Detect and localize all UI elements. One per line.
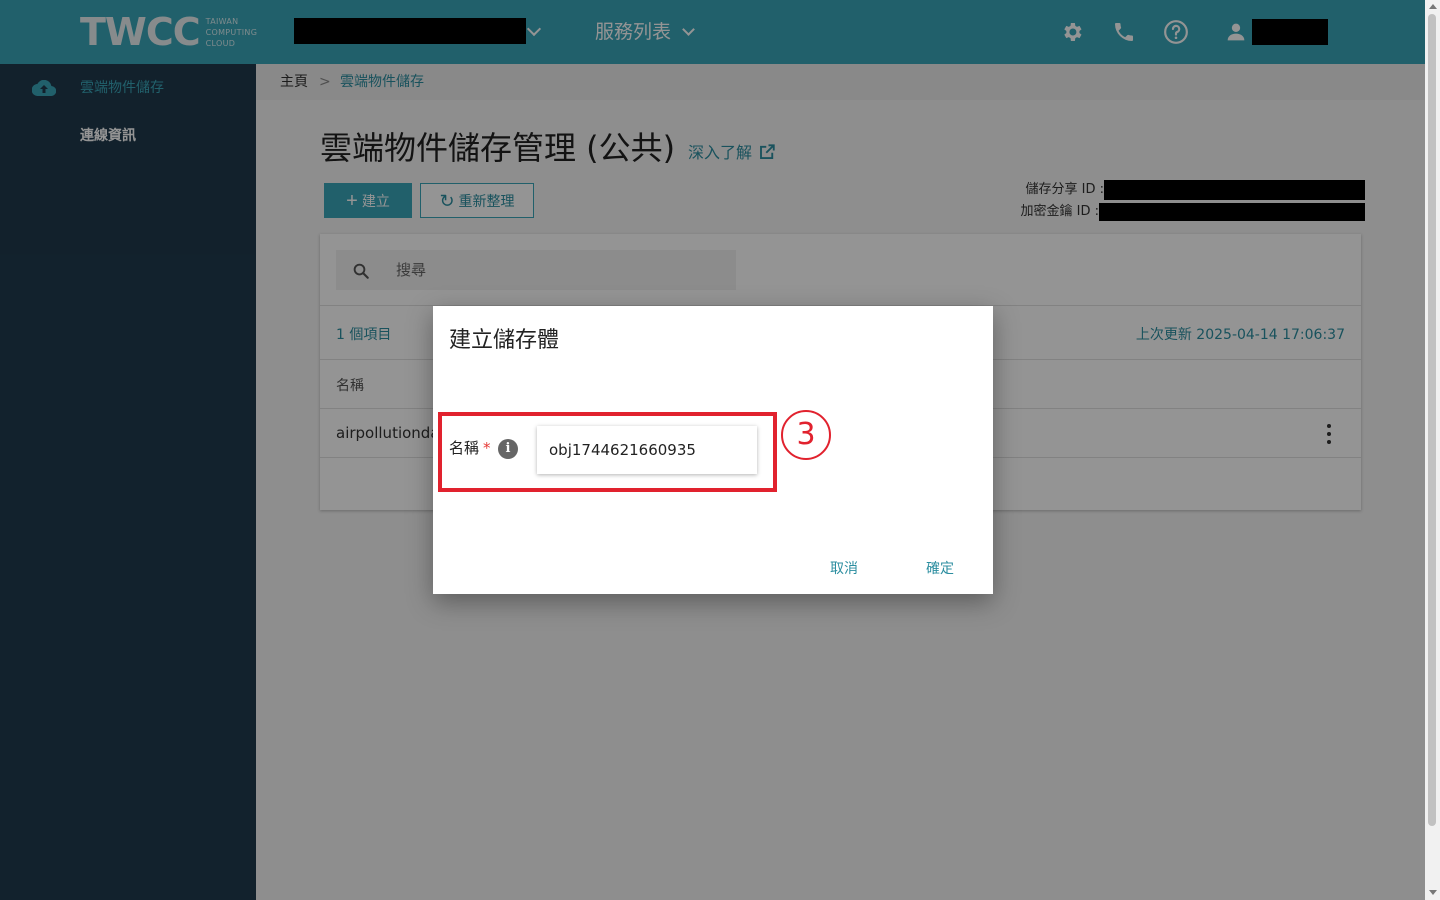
scrollbar-thumb[interactable] [1428, 14, 1436, 826]
confirm-button[interactable]: 確定 [926, 558, 954, 578]
create-storage-dialog: 建立儲存體 名稱* i 3 取消 確定 [433, 306, 993, 594]
dialog-title: 建立儲存體 [449, 328, 560, 353]
cancel-button[interactable]: 取消 [830, 558, 858, 578]
scroll-down-arrow-icon[interactable] [1429, 890, 1437, 895]
scroll-up-arrow-icon[interactable] [1429, 4, 1437, 9]
annotation-step-marker: 3 [781, 410, 831, 460]
annotation-highlight-box [438, 412, 777, 492]
